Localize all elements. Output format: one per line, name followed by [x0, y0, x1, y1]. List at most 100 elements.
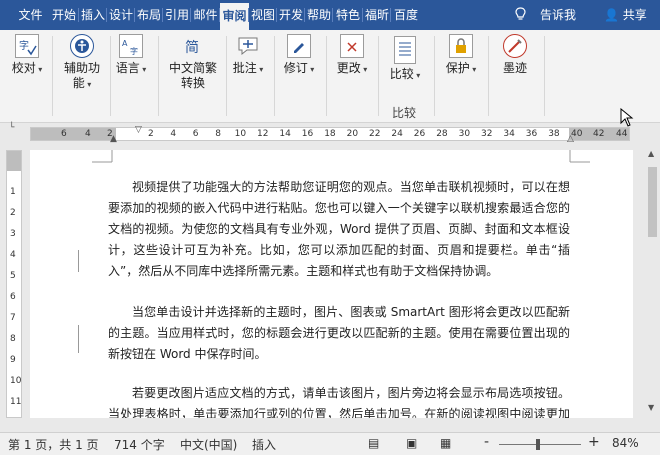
tab-8[interactable]: 视图: [249, 0, 277, 30]
zoom-level[interactable]: 84%: [612, 436, 639, 450]
page-count[interactable]: 第 1 页，共 1 页: [8, 436, 99, 453]
ruler-number: 36: [525, 129, 538, 139]
ruler-number: 6: [61, 129, 67, 139]
ink-pen-icon: [503, 34, 527, 58]
print-layout-icon[interactable]: ▣: [406, 436, 417, 450]
paragraph-1[interactable]: 视频提供了功能强大的方法帮助您证明您的观点。当您单击联机视频时，可以在想要添加的…: [108, 177, 570, 282]
vruler-number: 5: [10, 271, 16, 281]
tab-5[interactable]: 引用: [163, 0, 191, 30]
changes-button[interactable]: 更改 ▾: [325, 30, 379, 77]
ruler-number: 20: [346, 129, 359, 139]
comment-icon: [236, 34, 260, 58]
lightbulb-icon: [515, 7, 526, 20]
chinese-convert-icon: 简: [181, 34, 205, 58]
tab-stop-selector[interactable]: └: [9, 123, 14, 133]
zoom-out-button[interactable]: -: [484, 434, 489, 450]
zoom-slider-knob[interactable]: [536, 439, 540, 450]
protect-button[interactable]: 保护 ▾: [434, 30, 488, 77]
tab-9[interactable]: 开发: [277, 0, 305, 30]
margin-corner-mark: [92, 150, 113, 163]
ruler-number: 22: [369, 129, 381, 139]
tab-11[interactable]: 特色: [333, 0, 363, 30]
horizontal-ruler-area: 6 4 2 2 4 6 8 10 12 14 16 18 20 22 24 26 28 30 32 34 36 38 40 4…: [0, 123, 660, 145]
person-icon: 👤: [604, 8, 619, 22]
accessibility-button[interactable]: 辅助功 能 ▾: [55, 30, 109, 92]
ruler-number: 4: [85, 129, 91, 139]
vruler-number: 8: [10, 334, 16, 344]
compare-button[interactable]: 比较 ▾: [378, 30, 432, 83]
ruler-number: 38: [548, 129, 560, 139]
lock-icon: [449, 34, 473, 58]
scroll-up-icon[interactable]: ▲: [648, 149, 654, 158]
web-layout-icon[interactable]: ▦: [440, 436, 451, 450]
ruler-number: 32: [481, 129, 493, 139]
tab-1[interactable]: 开始: [49, 0, 79, 30]
ruler-number: 30: [458, 129, 471, 139]
ruler-number: 12: [257, 129, 269, 139]
horizontal-ruler[interactable]: 6 4 2 2 4 6 8 10 12 14 16 18 20 22 24 26 28 30 32 34 36 38 40 4…: [30, 127, 630, 141]
ruler-number: 8: [215, 129, 221, 139]
right-indent-marker[interactable]: △: [567, 134, 574, 144]
change-bar: [78, 250, 79, 272]
tab-3[interactable]: 设计: [107, 0, 135, 30]
read-mode-icon[interactable]: ▤: [368, 436, 379, 450]
left-indent-marker[interactable]: ▲: [110, 134, 117, 144]
margin-corner-mark: [569, 150, 590, 163]
tab-12[interactable]: 福昕: [363, 0, 391, 30]
proofing-button[interactable]: 字 校对 ▾: [0, 30, 54, 77]
paragraph-3[interactable]: 若要更改图片适应文档的方式，请单击该图片，图片旁边将会显示布局选项按钮。当处理表…: [108, 383, 570, 418]
tab-2[interactable]: 插入: [79, 0, 107, 30]
ink-button[interactable]: 墨迹: [488, 30, 542, 76]
ruler-number: 4: [170, 129, 177, 139]
chinese-conversion-button[interactable]: 简 中文简繁 转换: [162, 30, 224, 91]
language-icon: A字: [119, 34, 143, 58]
tab-13[interactable]: 百度: [391, 0, 421, 30]
ruler-number: 18: [324, 129, 336, 139]
vertical-scrollbar[interactable]: ▲ ▼: [646, 145, 660, 418]
language-button[interactable]: A字 语言 ▾: [104, 30, 158, 77]
insert-mode[interactable]: 插入: [252, 436, 276, 453]
tab-4[interactable]: 布局: [135, 0, 163, 30]
vruler-number: 11: [10, 397, 22, 407]
word-count[interactable]: 714 个字: [114, 436, 165, 453]
language-indicator[interactable]: 中文(中国): [180, 436, 237, 453]
ruler-number: 10: [234, 129, 247, 139]
vruler-number: 1: [10, 187, 16, 197]
tab-0[interactable]: 文件: [12, 0, 49, 30]
vruler-number: 6: [10, 292, 16, 302]
document-page[interactable]: 视频提供了功能强大的方法帮助您证明您的观点。当您单击联机视频时，可以在想要添加的…: [30, 150, 633, 418]
zoom-in-button[interactable]: +: [588, 434, 600, 450]
zoom-slider[interactable]: [499, 444, 581, 445]
vruler-number: 9: [10, 355, 16, 365]
svg-text:A: A: [122, 39, 128, 48]
share-button[interactable]: 👤 共享: [604, 0, 647, 30]
accept-changes-icon: [340, 34, 364, 58]
ruler-number: 26: [413, 129, 426, 139]
vruler-number: 4: [10, 250, 16, 260]
ruler-number: 42: [593, 129, 605, 139]
ruler-number: 24: [391, 129, 403, 139]
ruler-number: 14: [279, 129, 291, 139]
compare-group-label: 比较: [392, 106, 417, 120]
tab-10[interactable]: 帮助: [305, 0, 333, 30]
vruler-number: 2: [10, 208, 16, 218]
tab-7[interactable]: 审阅: [220, 3, 249, 30]
mouse-cursor-icon: [620, 108, 634, 127]
scrollbar-thumb[interactable]: [648, 167, 657, 237]
status-bar: 第 1 页，共 1 页 714 个字 中文(中国) 插入 ▤ ▣ ▦ - + 8…: [0, 432, 660, 455]
vertical-ruler[interactable]: 1 2 3 4 5 6 7 8 9 10 11: [6, 150, 22, 418]
svg-text:简: 简: [185, 39, 199, 56]
first-line-indent-marker[interactable]: ▽: [135, 125, 142, 135]
ruler-number: 16: [301, 129, 314, 139]
comments-button[interactable]: 批注 ▾: [221, 30, 275, 77]
tracking-button[interactable]: 修订 ▾: [272, 30, 326, 77]
track-changes-icon: [287, 34, 311, 58]
tell-me-search[interactable]: 告诉我: [540, 0, 576, 30]
ruler-number: 6: [192, 129, 199, 139]
svg-text:字: 字: [130, 46, 138, 56]
spellcheck-icon: 字: [15, 34, 39, 58]
scroll-down-icon[interactable]: ▼: [648, 403, 654, 412]
paragraph-2[interactable]: 当您单击设计并选择新的主题时，图片、图表或 SmartArt 图形将会更改以匹配…: [108, 302, 570, 365]
svg-text:字: 字: [19, 39, 29, 52]
tab-6[interactable]: 邮件: [191, 0, 220, 30]
